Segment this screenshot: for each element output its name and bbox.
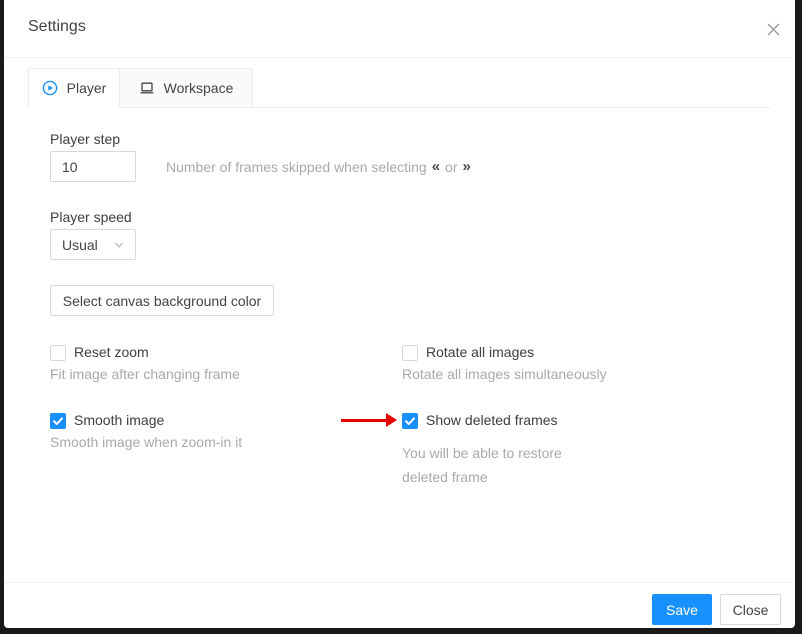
jump-forward-icon: » [462,158,470,175]
tab-workspace[interactable]: Workspace [120,68,253,108]
screen-backdrop: Settings Player [0,0,802,634]
modal-footer: Save Close [4,582,795,628]
player-speed-value: Usual [62,237,98,253]
modal-title: Settings [28,18,86,36]
settings-modal: Settings Player [4,0,795,628]
player-step-help-text: Number of frames skipped when selecting [166,159,427,175]
rotate-all-images-help: Rotate all images simultaneously [402,366,607,382]
reset-zoom-label[interactable]: Reset zoom [74,344,149,360]
chevron-down-icon [114,240,124,250]
play-circle-icon [42,80,58,96]
smooth-image-label[interactable]: Smooth image [74,412,164,428]
show-deleted-frames-checkbox[interactable] [402,413,418,429]
tab-player-label: Player [67,80,107,96]
rotate-all-images-checkbox[interactable] [402,345,418,361]
player-speed-select[interactable]: Usual [50,229,136,260]
jump-backward-icon: « [432,158,440,175]
player-step-help: Number of frames skipped when selecting … [166,151,471,182]
laptop-icon [139,80,155,96]
annotation-arrow-icon [341,413,397,428]
reset-zoom-help: Fit image after changing frame [50,366,240,382]
check-icon [404,415,416,427]
player-step-input[interactable] [50,151,136,182]
rotate-all-images-label[interactable]: Rotate all images [426,344,534,360]
tab-bar: Player Workspace [28,68,770,108]
tab-workspace-label: Workspace [164,80,234,96]
save-button[interactable]: Save [652,594,712,625]
player-step-label: Player step [50,131,120,147]
modal-header: Settings [4,0,795,58]
smooth-image-checkbox[interactable] [50,413,66,429]
player-speed-label: Player speed [50,209,132,225]
smooth-image-help: Smooth image when zoom-in it [50,434,242,450]
show-deleted-frames-help: You will be able to restore deleted fram… [402,441,587,489]
tab-player[interactable]: Player [28,68,120,108]
close-button[interactable]: Close [720,594,781,625]
close-icon[interactable] [765,21,781,37]
player-step-help-or: or [445,159,457,175]
reset-zoom-checkbox[interactable] [50,345,66,361]
check-icon [52,415,64,427]
show-deleted-frames-label[interactable]: Show deleted frames [426,412,558,428]
select-canvas-background-button[interactable]: Select canvas background color [50,285,274,316]
